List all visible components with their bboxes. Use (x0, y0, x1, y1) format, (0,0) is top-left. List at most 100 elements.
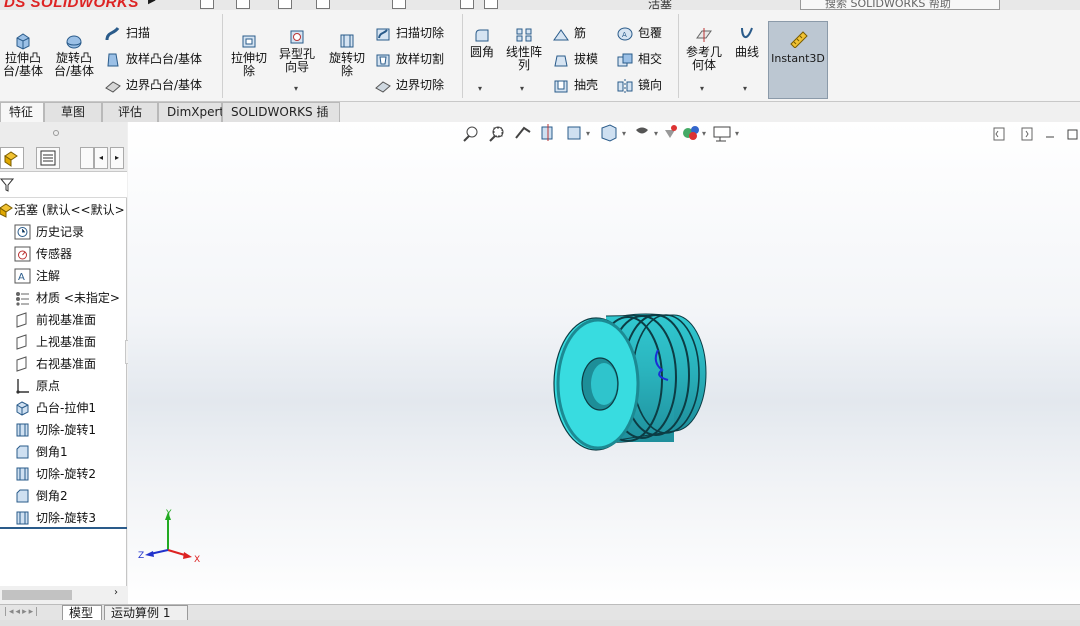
dynamic-annotation-views-icon[interactable] (567, 126, 581, 140)
mirror-button[interactable]: 镜向 (616, 74, 662, 96)
save-icon[interactable] (278, 0, 292, 9)
tree-item-sensors[interactable]: 传感器 (0, 243, 127, 265)
tree-item-cut-revolve3[interactable]: 切除-旋转3 (0, 507, 127, 529)
configurationmanager-tab[interactable] (80, 147, 94, 169)
curves-button[interactable]: 曲线 (730, 26, 764, 59)
tab-scroll-left-icon[interactable]: ◂ (94, 147, 108, 169)
tree-item-material[interactable]: 材质 <未指定> (0, 287, 127, 309)
tree-item-origin[interactable]: 原点 (0, 375, 127, 397)
intersect-button[interactable]: 相交 (616, 48, 662, 70)
propertymanager-tab[interactable] (36, 147, 60, 169)
edit-appearance-icon[interactable] (683, 126, 699, 140)
wrap-button[interactable]: A 包覆 (616, 22, 662, 44)
scrollbar-thumb[interactable] (2, 590, 72, 600)
linear-pattern-button[interactable]: 线性阵 列 (502, 26, 546, 72)
hole-wizard-button[interactable]: 异型孔 向导 (274, 28, 320, 74)
previous-view-icon[interactable] (515, 126, 531, 139)
boundary-cut-button[interactable]: 边界切除 (374, 74, 444, 96)
restore-viewport-icon[interactable] (1067, 129, 1078, 140)
tree-item-front-plane[interactable]: 前视基准面 (0, 309, 127, 331)
tab-navigation-arrows[interactable]: |◂◂▸▸| (4, 607, 56, 619)
tree-item-right-plane[interactable]: 右视基准面 (0, 353, 127, 375)
draft-button[interactable]: 拔模 (552, 48, 598, 70)
loft-boss-icon (107, 53, 119, 66)
linear-pattern-dropdown-icon[interactable]: ▾ (520, 84, 524, 93)
tree-item-boss-extrude1[interactable]: 凸台-拉伸1 (0, 397, 127, 419)
extrude-icon (16, 401, 29, 416)
tree-root-part[interactable]: 活塞 (默认<<默认> (0, 199, 127, 221)
revolve-boss-button[interactable]: 旋转凸 台/基体 (50, 32, 98, 78)
tree-item-cut-revolve1[interactable]: 切除-旋转1 (0, 419, 127, 441)
curves-dropdown-icon[interactable]: ▾ (743, 84, 747, 93)
tree-item-chamfer1[interactable]: 倒角1 (0, 441, 127, 463)
chamfer-icon (16, 489, 29, 503)
tab-model[interactable]: 模型 (62, 605, 102, 621)
svg-text:A: A (622, 31, 627, 39)
instant3d-button[interactable]: Instant3D (768, 21, 828, 99)
tab-dimxpert[interactable]: DimXpert (158, 102, 224, 122)
zoom-to-area-icon[interactable] (489, 126, 504, 142)
tree-item-top-plane[interactable]: 上视基准面 (0, 331, 127, 353)
menu-expand-arrow[interactable]: ▶ (148, 0, 162, 9)
split-left-icon[interactable] (993, 127, 1005, 141)
display-style-icon[interactable] (636, 127, 648, 134)
tab-scroll-right-icon[interactable]: ▸ (110, 147, 124, 169)
split-right-icon[interactable] (1021, 127, 1033, 141)
dropdown-caret-icon[interactable]: ▾ (622, 129, 626, 138)
tab-features[interactable]: 特征 (0, 102, 44, 122)
tree-item-history[interactable]: 历史记录 (0, 221, 127, 243)
print-icon[interactable] (316, 0, 330, 9)
graphics-area[interactable]: ▾ ▾ ▾ ▾ ▾ Y X Z (128, 122, 1080, 604)
section-view-icon[interactable] (541, 124, 553, 141)
scroll-right-icon[interactable]: › (114, 587, 118, 598)
tree-horizontal-scrollbar[interactable]: › (0, 586, 127, 604)
view-settings-icon[interactable] (713, 126, 731, 142)
curves-icon (741, 27, 753, 38)
help-icon[interactable] (1016, 0, 1030, 9)
dropdown-caret-icon[interactable]: ▾ (702, 129, 706, 138)
hide-show-items-icon[interactable] (665, 125, 677, 138)
revolve-cut-button[interactable]: 旋转切 除 (324, 32, 370, 78)
reference-geometry-button[interactable]: 参考几 何体 (682, 26, 726, 72)
dropdown-caret-icon[interactable]: ▾ (735, 129, 739, 138)
tab-sketch[interactable]: 草图 (44, 102, 102, 122)
tree-item-chamfer2[interactable]: 倒角2 (0, 485, 127, 507)
dropdown-caret-icon[interactable]: ▾ (586, 129, 590, 138)
tree-item-annotations[interactable]: A 注解 (0, 265, 127, 287)
part-model-3d[interactable] (544, 302, 734, 458)
fillet-button[interactable]: 圆角 (464, 26, 500, 59)
lofted-cut-button[interactable]: 放样切割 (374, 48, 444, 70)
open-document-icon[interactable] (236, 0, 250, 9)
tree-item-cut-revolve2[interactable]: 切除-旋转2 (0, 463, 127, 485)
new-document-icon[interactable] (200, 0, 214, 9)
extrude-cut-button[interactable]: 拉伸切 除 (226, 32, 272, 78)
select-pointer-icon[interactable] (392, 0, 406, 9)
loft-boss-button[interactable]: 放样凸台/基体 (104, 48, 202, 70)
reference-geometry-dropdown-icon[interactable]: ▾ (700, 84, 704, 93)
tab-evaluate[interactable]: 评估 (102, 102, 158, 122)
tab-motion-study-1[interactable]: 运动算例 1 (104, 605, 188, 621)
view-orientation-icon[interactable] (601, 124, 617, 142)
part-icon (0, 203, 13, 218)
extrude-boss-button[interactable]: 拉伸凸 台/基体 (0, 32, 46, 78)
fillet-dropdown-icon[interactable]: ▾ (478, 84, 482, 93)
options-gear-icon[interactable] (484, 0, 498, 9)
file-properties-icon[interactable] (460, 0, 474, 9)
tree-filter[interactable] (0, 172, 127, 198)
featuremanager-tab[interactable] (0, 147, 24, 169)
status-bar (0, 620, 1080, 626)
featuremanager-icon (4, 151, 18, 167)
hole-wizard-dropdown-icon[interactable]: ▾ (294, 84, 298, 93)
help-search-input[interactable]: 搜索 SOLIDWORKS 帮助 (800, 0, 1000, 10)
panel-grip[interactable] (0, 122, 127, 144)
shell-button[interactable]: 抽壳 (552, 74, 598, 96)
tab-solidworks-addins[interactable]: SOLIDWORKS 插件 (222, 102, 340, 138)
swept-cut-button[interactable]: 扫描切除 (374, 22, 444, 44)
boundary-boss-button[interactable]: 边界凸台/基体 (104, 74, 202, 96)
rib-button[interactable]: 筋 (552, 22, 586, 44)
zoom-to-fit-icon[interactable] (463, 126, 478, 142)
sweep-button[interactable]: 扫描 (104, 22, 150, 44)
revolve-cut-icon (16, 423, 29, 437)
manager-tabs: ◂ ▸ (0, 144, 127, 172)
dropdown-caret-icon[interactable]: ▾ (654, 129, 658, 138)
